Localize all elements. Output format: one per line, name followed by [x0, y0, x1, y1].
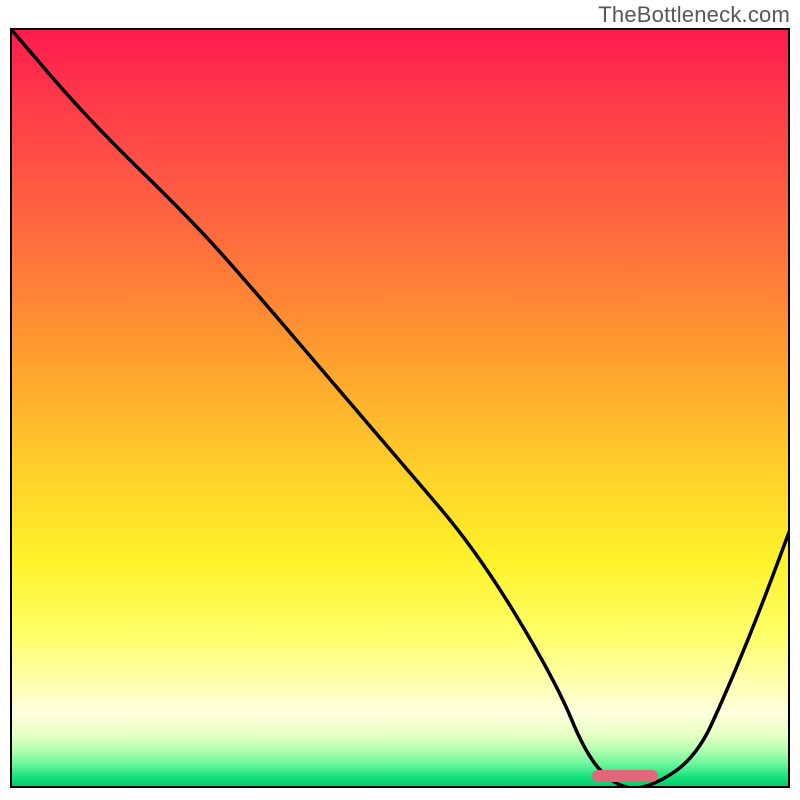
plot-area	[10, 28, 790, 788]
watermark-text: TheBottleneck.com	[598, 2, 790, 28]
optimal-marker	[592, 770, 658, 782]
curve-path	[10, 28, 790, 788]
chart-container: TheBottleneck.com	[0, 0, 800, 800]
curve-svg	[10, 28, 790, 788]
